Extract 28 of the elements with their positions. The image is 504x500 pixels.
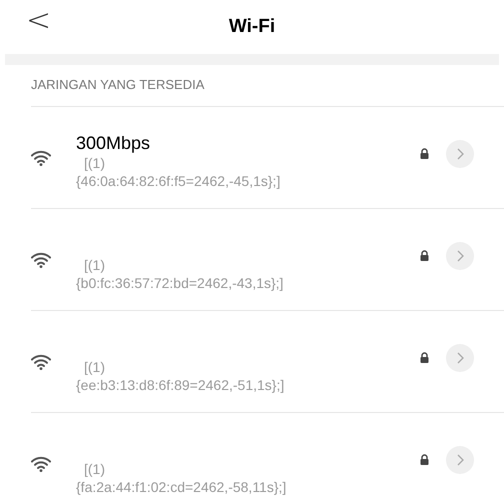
chevron-right-icon (456, 250, 464, 262)
details-button[interactable] (446, 140, 474, 168)
network-detail: {fa:2a:44:f1:02:cd=2462,-58,11s};] (76, 478, 288, 496)
network-detail: [(1) (83, 154, 106, 172)
network-row[interactable]: [(1) {ee:b3:13:d8:6f:89=2462,-51,1s};] (31, 311, 504, 413)
network-detail: {b0:fc:36:57:72:bd=2462,-43,1s};] (76, 274, 284, 292)
chevron-right-icon (456, 352, 464, 364)
wifi-icon (31, 150, 51, 166)
section-label: JARINGAN YANG TERSEDIA (31, 76, 204, 94)
network-detail: {ee:b3:13:d8:6f:89=2462,-51,1s};] (76, 376, 286, 394)
wifi-icon (31, 354, 51, 370)
wifi-icon (31, 456, 51, 472)
details-button[interactable] (446, 242, 474, 270)
details-button[interactable] (446, 344, 474, 372)
back-button[interactable]: < (26, 6, 52, 36)
details-button[interactable] (446, 446, 474, 474)
network-detail: [(1) (83, 358, 106, 376)
network-detail: [(1) (83, 460, 106, 478)
network-row[interactable]: [(1) {fa:2a:44:f1:02:cd=2462,-58,11s};] (31, 413, 504, 500)
chevron-right-icon (456, 148, 464, 160)
chevron-right-icon (456, 454, 464, 466)
wifi-icon (31, 252, 51, 268)
network-row[interactable]: [(1) {b0:fc:36:57:72:bd=2462,-43,1s};] (31, 209, 504, 311)
network-detail: {46:0a:64:82:6f:f5=2462,-45,1s};] (76, 172, 282, 190)
network-row[interactable]: 300Mbps [(1) {46:0a:64:82:6f:f5=2462,-45,1s};] (31, 107, 504, 209)
page-title: Wi-Fi (228, 14, 276, 39)
network-name: 300Mbps (76, 132, 150, 154)
network-detail: [(1) (83, 256, 106, 274)
